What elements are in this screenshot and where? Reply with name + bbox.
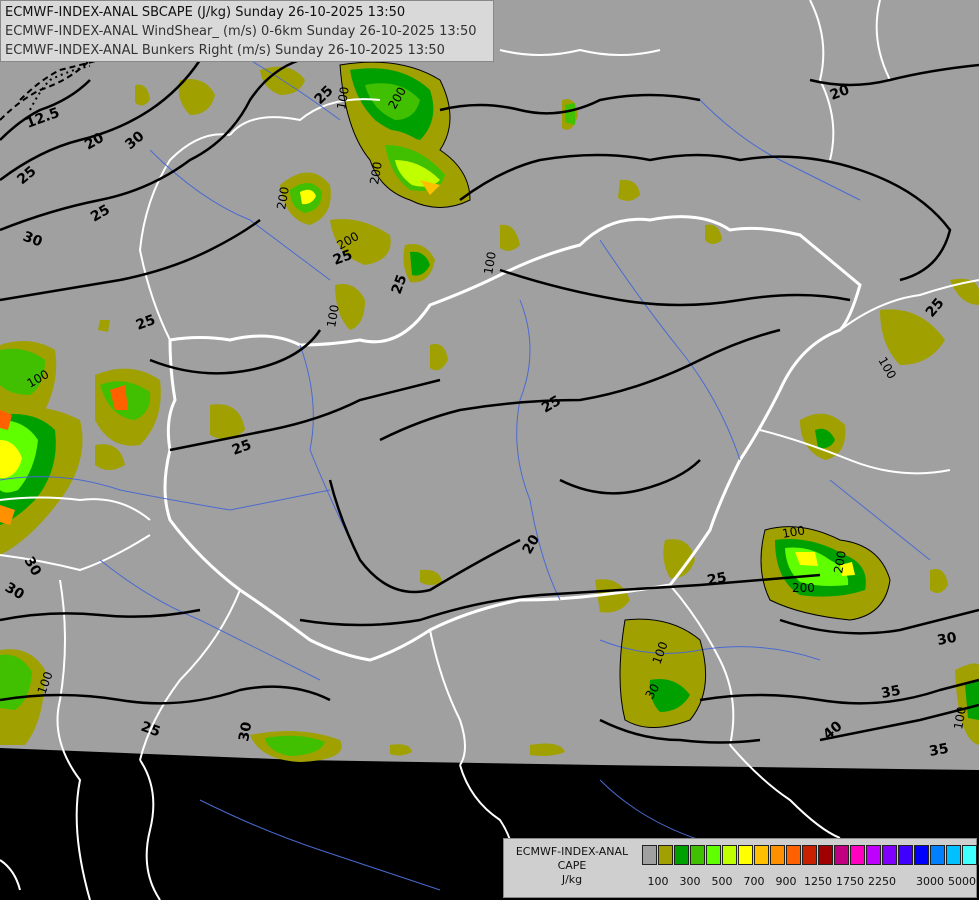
colorbar-swatch	[946, 845, 961, 865]
colorbar-tick-label: 300	[679, 875, 701, 888]
colorbar-swatch	[850, 845, 865, 865]
colorbar-swatch	[754, 845, 769, 865]
colorbar-tick-label: 2250	[868, 875, 896, 888]
colorbar-tick-label: 100	[647, 875, 669, 888]
colorbar-swatch	[786, 845, 801, 865]
header-line-bunkers: ECMWF-INDEX-ANAL Bunkers Right (m/s) Sun…	[5, 43, 445, 58]
colorbar-swatch	[690, 845, 705, 865]
colorbar-swatch	[706, 845, 721, 865]
header-line-sbcape: ECMWF-INDEX-ANAL SBCAPE (J/kg) Sunday 26…	[5, 5, 406, 20]
colorbar-tick-label: 3000	[916, 875, 944, 888]
colorbar-swatch	[962, 845, 977, 865]
colorbar-tick-label: 5000	[948, 875, 976, 888]
colorbar-title-line3: J/kg	[561, 873, 583, 886]
colorbar-swatch	[674, 845, 689, 865]
colorbar-swatch	[834, 845, 849, 865]
colorbar-swatch	[866, 845, 881, 865]
weather-map: 12.5 20 25 30 25 30 25 25 25 25 25 25 20…	[0, 0, 979, 900]
colorbar-swatches	[642, 845, 979, 865]
colorbar-swatch	[914, 845, 929, 865]
colorbar-swatch	[658, 845, 673, 865]
colorbar-tick-label: 500	[711, 875, 733, 888]
map-header: ECMWF-INDEX-ANAL SBCAPE (J/kg) Sunday 26…	[0, 0, 494, 62]
shear-label: 30	[936, 630, 958, 649]
colorbar-swatch	[642, 845, 657, 865]
cape-colorbar: ECMWF-INDEX-ANAL CAPE J/kg 100 300 500 700 9…	[503, 838, 979, 898]
colorbar-tick-label: 1250	[804, 875, 832, 888]
colorbar-tick-label: 1750	[836, 875, 864, 888]
colorbar-title: ECMWF-INDEX-ANAL CAPE J/kg	[508, 845, 636, 887]
colorbar-tick-label: 900	[775, 875, 797, 888]
colorbar-swatch	[770, 845, 785, 865]
colorbar-tick-label: 700	[743, 875, 765, 888]
cape-label: 200	[792, 581, 815, 595]
colorbar-swatch	[722, 845, 737, 865]
colorbar-swatch	[802, 845, 817, 865]
shear-label: 25	[706, 570, 728, 589]
colorbar-title-line2: CAPE	[557, 859, 587, 872]
header-line-windshear: ECMWF-INDEX-ANAL WindShear_ (m/s) 0-6km …	[5, 24, 477, 39]
colorbar-title-line1: ECMWF-INDEX-ANAL	[515, 845, 629, 858]
colorbar-swatch	[738, 845, 753, 865]
colorbar-swatch	[898, 845, 913, 865]
shear-label: 35	[928, 741, 950, 760]
shear-label: 35	[880, 683, 902, 702]
shear-label: 30	[236, 720, 255, 742]
colorbar-ticks: 100 300 500 700 900 1250 1750 2250 3000 5000	[640, 875, 977, 889]
colorbar-swatch	[882, 845, 897, 865]
colorbar-swatch	[930, 845, 945, 865]
colorbar-swatch	[818, 845, 833, 865]
